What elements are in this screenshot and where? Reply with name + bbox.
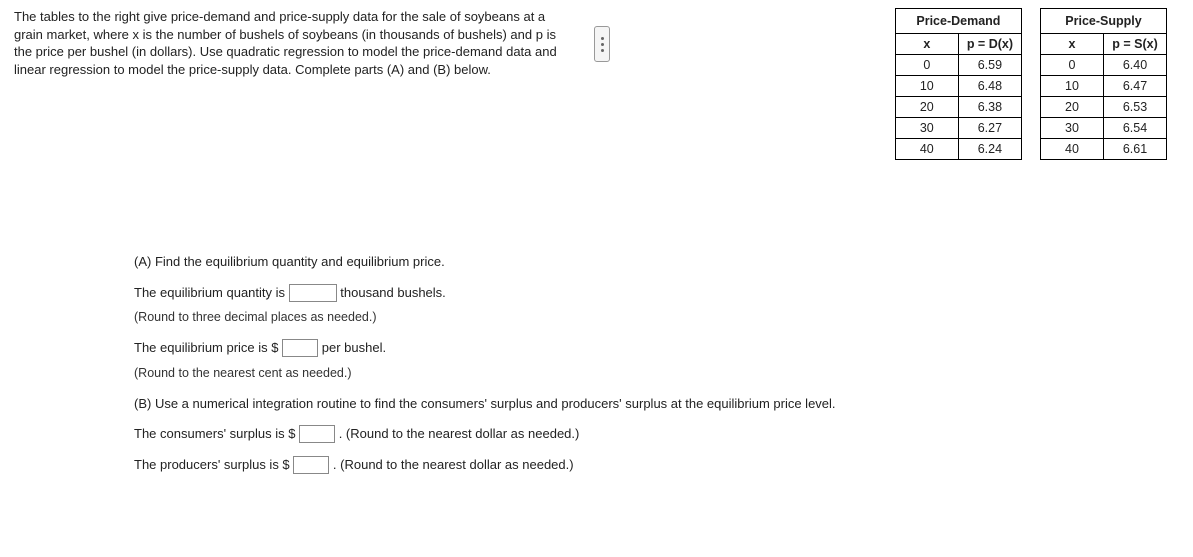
cell: 6.40 — [1104, 55, 1167, 76]
producers-surplus-line: The producers' surplus is $ . (Round to … — [134, 453, 1034, 478]
cell: 10 — [895, 76, 958, 97]
ps-post: . (Round to the nearest dollar as needed… — [333, 457, 574, 472]
supply-x-head: x — [1041, 34, 1104, 55]
cell: 20 — [1041, 97, 1104, 118]
cell: 40 — [1041, 139, 1104, 160]
supply-p-head: p = S(x) — [1104, 34, 1167, 55]
cs-post: . (Round to the nearest dollar as needed… — [339, 426, 580, 441]
eq-qty-post: thousand bushels. — [340, 285, 446, 300]
eq-price-pre: The equilibrium price is $ — [134, 340, 279, 355]
cell: 30 — [1041, 118, 1104, 139]
cell: 6.54 — [1104, 118, 1167, 139]
eq-qty-hint: (Round to three decimal places as needed… — [134, 310, 377, 324]
demand-p-head: p = D(x) — [958, 34, 1021, 55]
eq-price-hint: (Round to the nearest cent as needed.) — [134, 366, 352, 380]
equilibrium-price-input[interactable] — [282, 339, 318, 357]
price-supply-table: Price-Supply x p = S(x) 06.40 106.47 206… — [1040, 8, 1167, 160]
demand-title: Price-Demand — [895, 9, 1021, 34]
cell: 6.24 — [958, 139, 1021, 160]
cell: 30 — [895, 118, 958, 139]
part-b-heading: (B) Use a numerical integration routine … — [134, 392, 1034, 417]
equilibrium-quantity-input[interactable] — [289, 284, 337, 302]
cell: 6.27 — [958, 118, 1021, 139]
cell: 6.48 — [958, 76, 1021, 97]
cell: 0 — [895, 55, 958, 76]
cell: 6.59 — [958, 55, 1021, 76]
part-a-heading: (A) Find the equilibrium quantity and eq… — [134, 250, 1034, 275]
problem-statement: The tables to the right give price-deman… — [14, 8, 574, 78]
consumers-surplus-line: The consumers' surplus is $ . (Round to … — [134, 422, 1034, 447]
demand-x-head: x — [895, 34, 958, 55]
cs-pre: The consumers' surplus is $ — [134, 426, 295, 441]
cell: 0 — [1041, 55, 1104, 76]
ps-pre: The producers' surplus is $ — [134, 457, 290, 472]
expand-toggle[interactable] — [594, 26, 610, 62]
eq-quantity-line: The equilibrium quantity is thousand bus… — [134, 281, 1034, 330]
cell: 6.47 — [1104, 76, 1167, 97]
cell: 10 — [1041, 76, 1104, 97]
cell: 6.53 — [1104, 97, 1167, 118]
cell: 6.38 — [958, 97, 1021, 118]
eq-price-line: The equilibrium price is $ per bushel. (… — [134, 336, 1034, 385]
eq-qty-pre: The equilibrium quantity is — [134, 285, 289, 300]
cell: 6.61 — [1104, 139, 1167, 160]
cell: 40 — [895, 139, 958, 160]
consumers-surplus-input[interactable] — [299, 425, 335, 443]
supply-title: Price-Supply — [1041, 9, 1167, 34]
producers-surplus-input[interactable] — [293, 456, 329, 474]
cell: 20 — [895, 97, 958, 118]
price-demand-table: Price-Demand x p = D(x) 06.59 106.48 206… — [895, 8, 1022, 160]
data-tables: Price-Demand x p = D(x) 06.59 106.48 206… — [895, 8, 1167, 160]
eq-price-post: per bushel. — [322, 340, 386, 355]
